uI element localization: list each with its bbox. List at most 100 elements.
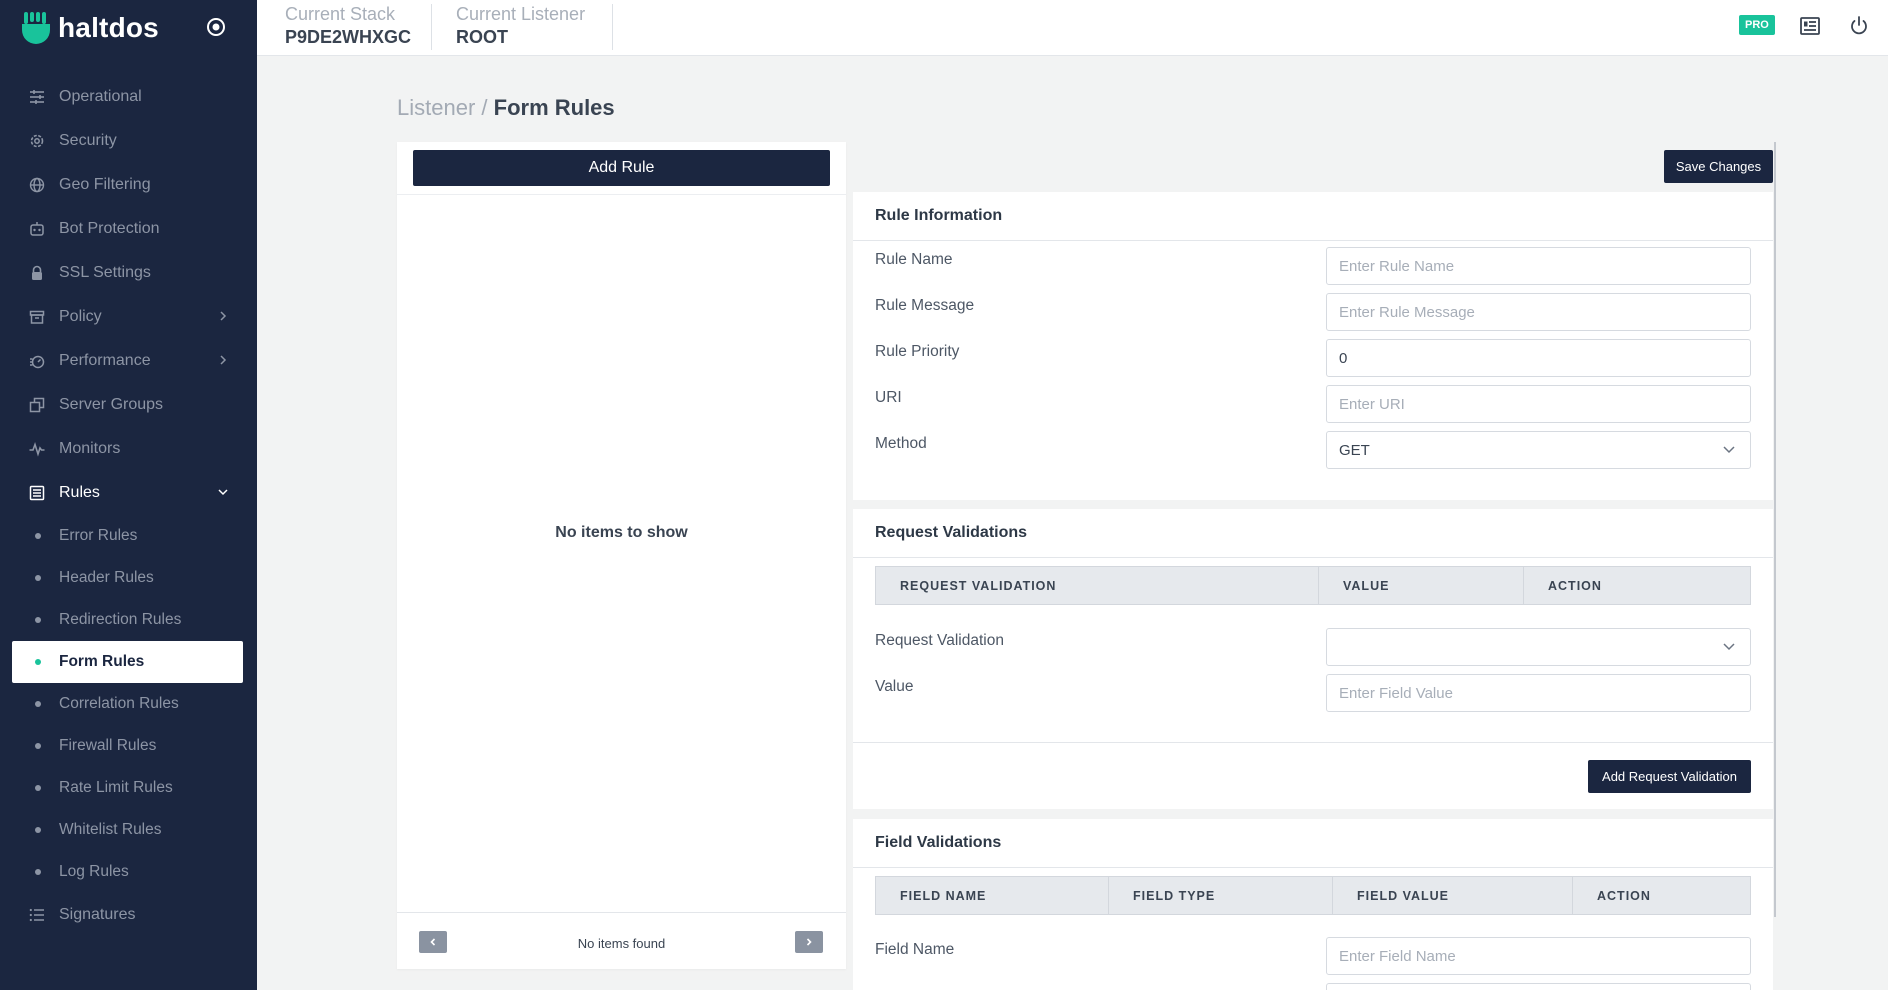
sidebar-item-operational[interactable]: Operational <box>0 75 257 119</box>
sidebar-subitem-form-rules[interactable]: Form Rules <box>12 641 243 683</box>
current-stack[interactable]: Current Stack P9DE2WHXGC <box>257 4 411 50</box>
method-value: GET <box>1339 441 1370 459</box>
sidebar-subitem-correlation-rules[interactable]: Correlation Rules <box>0 683 257 725</box>
sidebar-item-label: Server Groups <box>59 396 164 413</box>
empty-state-text: No items to show <box>555 524 688 541</box>
sidebar-item-ssl-settings[interactable]: SSL Settings <box>0 251 257 295</box>
request-validation-select[interactable] <box>1326 628 1751 666</box>
bullet-dot-icon <box>35 575 41 581</box>
sidebar-item-label: Performance <box>59 352 151 369</box>
sidebar-subitem-label: Header Rules <box>59 569 154 586</box>
rule-information-title: Rule Information <box>875 207 1003 224</box>
breadcrumb-parent[interactable]: Listener <box>397 95 475 120</box>
bullet-dot-icon <box>35 743 41 749</box>
sidebar-toggle-icon[interactable] <box>206 17 226 37</box>
column-header: ACTION <box>1548 578 1602 593</box>
column-header: REQUEST VALIDATION <box>876 567 1319 604</box>
sidebar-subitem-label: Log Rules <box>59 863 129 880</box>
sidebar-subitem-header-rules[interactable]: Header Rules <box>0 557 257 599</box>
lock-icon <box>28 264 46 282</box>
sidebar-subitem-log-rules[interactable]: Log Rules <box>0 851 257 893</box>
sidebar-subitem-rate-limit-rules[interactable]: Rate Limit Rules <box>0 767 257 809</box>
power-icon[interactable] <box>1848 15 1870 37</box>
sidebar-item-label: Operational <box>59 88 142 105</box>
pro-badge: PRO <box>1739 15 1775 35</box>
current-listener-label: Current Listener <box>456 4 586 24</box>
sidebar-item-geo-filtering[interactable]: Geo Filtering <box>0 163 257 207</box>
top-bar: Current Stack P9DE2WHXGC Current Listene… <box>257 0 1888 56</box>
rule-priority-input[interactable] <box>1326 339 1751 377</box>
sidebar-item-policy[interactable]: Policy <box>0 295 257 339</box>
rule-message-input[interactable] <box>1326 293 1751 331</box>
sidebar-subitem-firewall-rules[interactable]: Firewall Rules <box>0 725 257 767</box>
sidebar-item-label: Security <box>59 132 117 149</box>
request-validations-card: Request Validations REQUEST VALIDATION V… <box>853 509 1773 809</box>
chevron-down-icon <box>1723 643 1735 651</box>
sidebar-subitem-whitelist-rules[interactable]: Whitelist Rules <box>0 809 257 851</box>
scrollbar[interactable] <box>1774 142 1776 917</box>
column-header: ACTION <box>1597 888 1651 903</box>
sidebar-item-performance[interactable]: Performance <box>0 339 257 383</box>
sidebar-item-monitors[interactable]: Monitors <box>0 427 257 471</box>
pagination-status: No items found <box>577 936 666 951</box>
brand-name: haltdos <box>58 12 159 43</box>
sidebar-subitem-redirection-rules[interactable]: Redirection Rules <box>0 599 257 641</box>
card-divider <box>853 867 1773 868</box>
rule-name-input[interactable] <box>1326 247 1751 285</box>
bot-icon <box>28 220 46 238</box>
copy-icon <box>28 396 46 414</box>
add-request-validation-button[interactable]: Add Request Validation <box>1588 760 1751 793</box>
performance-icon <box>28 352 46 370</box>
column-header: FIELD TYPE <box>1109 877 1333 914</box>
sidebar-item-label: Geo Filtering <box>59 176 151 193</box>
field-name-input[interactable] <box>1326 937 1751 975</box>
chevron-right-icon <box>220 311 227 321</box>
sidebar-subitem-label: Correlation Rules <box>59 695 179 712</box>
field-validations-card: Field Validations FIELD NAME FIELD TYPE … <box>853 819 1773 990</box>
chevron-down-icon <box>218 489 228 496</box>
archive-icon <box>28 308 46 326</box>
bullet-dot-icon <box>35 533 41 539</box>
chevron-down-icon <box>1723 446 1735 454</box>
sidebar-item-rules[interactable]: Rules <box>0 471 257 515</box>
sidebar-item-label: Monitors <box>59 440 121 457</box>
next-field-input[interactable] <box>1326 983 1751 990</box>
sidebar-subitem-label: Whitelist Rules <box>59 821 162 838</box>
sidebar-item-server-groups[interactable]: Server Groups <box>0 383 257 427</box>
rule-list-panel: Add Rule No items to show No items found <box>397 142 846 969</box>
brand[interactable]: haltdos <box>22 10 159 46</box>
sidebar-item-bot-protection[interactable]: Bot Protection <box>0 207 257 251</box>
chevron-right-icon <box>220 355 227 365</box>
bullet-dot-icon <box>35 701 41 707</box>
next-page-button[interactable] <box>795 931 823 953</box>
chevron-right-icon <box>806 938 812 946</box>
pulse-icon <box>28 440 46 458</box>
request-validations-table-header: REQUEST VALIDATION VALUE ACTION <box>875 566 1751 605</box>
add-rule-button[interactable]: Add Rule <box>413 150 830 186</box>
breadcrumb-separator: / <box>475 95 494 120</box>
current-listener[interactable]: Current Listener ROOT <box>428 4 585 50</box>
save-changes-button[interactable]: Save Changes <box>1664 150 1773 183</box>
card-divider <box>853 240 1773 241</box>
uri-label: URI <box>875 389 902 406</box>
list-box-icon <box>28 484 46 502</box>
bullet-dot-icon <box>35 659 41 665</box>
column-header: FIELD VALUE <box>1333 877 1573 914</box>
method-label: Method <box>875 435 927 452</box>
rule-name-label: Rule Name <box>875 251 953 268</box>
field-name-label: Field Name <box>875 941 955 958</box>
globe-icon <box>28 176 46 194</box>
rule-message-label: Rule Message <box>875 297 975 314</box>
request-validation-label: Request Validation <box>875 632 1004 649</box>
sidebar-item-label: Policy <box>59 308 102 325</box>
method-select[interactable]: GET <box>1326 431 1751 469</box>
sidebar-item-security[interactable]: Security <box>0 119 257 163</box>
bullet-dot-icon <box>35 869 41 875</box>
sidebar-item-label: Rules <box>59 484 100 501</box>
news-icon[interactable] <box>1799 15 1821 37</box>
sidebar-item-signatures[interactable]: Signatures <box>0 893 257 937</box>
sidebar-subitem-error-rules[interactable]: Error Rules <box>0 515 257 557</box>
value-input[interactable] <box>1326 674 1751 712</box>
uri-input[interactable] <box>1326 385 1751 423</box>
card-divider <box>853 742 1773 743</box>
